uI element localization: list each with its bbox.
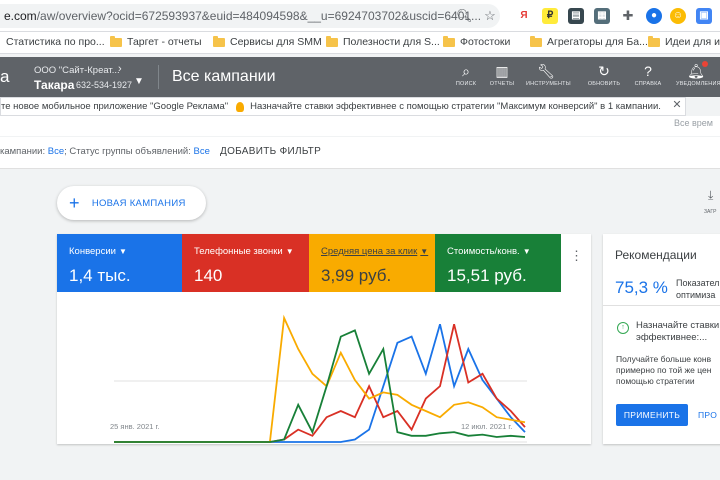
download-label: ЗАГР — [704, 209, 717, 215]
folder-icon — [110, 35, 122, 47]
puzzle-icon[interactable]: ✚ — [620, 8, 636, 24]
active-filters[interactable]: кампании: Все; Статус группы объявлений:… — [0, 146, 210, 157]
notification-badge — [702, 61, 708, 67]
extension-icon[interactable]: ▤ — [568, 8, 584, 24]
performance-chart-card: Конверсии ▼ 1,4 тыс. Телефонные звонки ▼ 1… — [57, 234, 591, 444]
folder-icon — [443, 35, 455, 47]
new-campaign-button[interactable]: + НОВАЯ КАМПАНИЯ — [57, 186, 206, 220]
avatar-icon[interactable]: ☺ — [670, 8, 686, 24]
search-tool-button[interactable]: ⌕ ПОИСК — [446, 63, 486, 87]
date-range-row — [0, 116, 720, 136]
folder-icon — [326, 35, 338, 47]
account-user: Такара — [34, 78, 75, 92]
tools-icon: 🔧︎ — [537, 63, 555, 79]
optimization-score: 75,3 % — [615, 278, 668, 297]
tools-tool-button[interactable]: 🔧︎ ИНСТРУМЕНТЫ — [526, 63, 571, 87]
browser-toolbar: e.com/aw/overview?ocid=672593937&euid=48… — [0, 0, 720, 32]
bookmark-item[interactable]: Фотостоки — [443, 35, 510, 48]
apply-button[interactable]: ПРИМЕНИТЬ — [616, 404, 688, 426]
optimization-score-label: Показател оптимиза — [676, 278, 720, 300]
add-filter-button[interactable]: ДОБАВИТЬ ФИЛЬТР — [220, 146, 321, 157]
divider — [158, 65, 159, 89]
extension-icon[interactable]: ▦ — [594, 8, 610, 24]
reports-icon: ▥ — [495, 63, 509, 79]
trend-up-icon: ↑ — [617, 322, 629, 334]
folder-icon — [530, 35, 542, 47]
x-axis-end-label: 12 июл. 2021 г. — [461, 422, 513, 431]
date-range-label[interactable]: Все врем — [674, 118, 713, 128]
url-host: e.com — [4, 9, 37, 23]
ads-header: а ООО "Сайт-Креат... › Такара 632-534-19… — [0, 57, 720, 97]
zoom-icon[interactable]: 🔍︎ — [456, 8, 473, 24]
x-axis-start-label: 25 янв. 2021 г. — [110, 422, 160, 431]
account-id: 632-534-1927 — [76, 80, 133, 90]
bookmark-item[interactable]: Агрегаторы для Ба... — [530, 35, 648, 48]
line-chart — [114, 314, 527, 443]
refresh-tool-button[interactable]: ↻ ОБНОВИТЬ — [584, 63, 624, 87]
bookmark-item[interactable]: Полезности для S... — [326, 35, 440, 48]
bookmark-item[interactable]: Идеи для игр — [648, 35, 720, 48]
folder-icon — [213, 35, 225, 47]
folder-icon — [648, 35, 660, 47]
notifications-icon: 🔔︎ — [687, 63, 705, 79]
download-icon[interactable]: ⤓ — [708, 188, 713, 203]
bookmarks-bar: Статистика по про... Таргет - отчеты Сер… — [0, 32, 720, 54]
dropdown-arrow-icon: ▼ — [134, 76, 144, 87]
notifications-tool-button[interactable]: 🔔︎ УВЕДОМЛЕНИЯ — [676, 61, 720, 87]
search-icon: ⌕ — [462, 63, 470, 79]
help-tool-button[interactable]: ? СПРАВКА — [628, 63, 668, 87]
refresh-icon: ↻ — [598, 63, 610, 79]
close-icon[interactable]: ✕ — [670, 98, 684, 111]
filter-row: кампании: Все; Статус группы объявлений:… — [0, 137, 720, 169]
recommendations-title: Рекомендации — [615, 248, 697, 262]
account-name: ООО "Сайт-Креат... — [34, 65, 120, 76]
bookmark-star-icon[interactable]: ☆ — [482, 8, 498, 24]
brand-logo: а — [0, 67, 10, 86]
bookmark-item[interactable]: Сервисы для SMM — [213, 35, 322, 48]
url-path: /aw/overview?ocid=672593937&euid=4840945… — [36, 9, 482, 23]
plus-icon: + — [69, 193, 80, 213]
bookmark-item[interactable]: Статистика по про... — [6, 36, 105, 48]
profile-icon[interactable]: ● — [646, 8, 662, 24]
divider — [603, 305, 720, 306]
help-icon: ? — [644, 63, 652, 79]
reports-tool-button[interactable]: ▥ ОТЧЕТЫ — [482, 63, 522, 87]
yandex-extension-icon[interactable]: Я — [516, 8, 532, 24]
notification-app-text[interactable]: те новое мобильное приложение "Google Ре… — [1, 101, 228, 112]
chevron-right-icon: › — [118, 63, 122, 75]
extension-icon[interactable]: ▣ — [696, 8, 712, 24]
extension-icon[interactable]: ₽ — [542, 8, 558, 24]
recommendation-body: Получайте больше конв примерно по той же … — [616, 354, 712, 386]
view-button[interactable]: ПРО — [698, 410, 717, 420]
notification-tip-text[interactable]: Назначайте ставки эффективнее с помощью … — [250, 101, 661, 112]
page-title: Все кампании — [172, 68, 276, 85]
lightbulb-icon — [236, 101, 245, 112]
bookmark-item[interactable]: Таргет - отчеты — [110, 35, 202, 48]
address-bar[interactable]: e.com/aw/overview?ocid=672593937&euid=48… — [0, 4, 500, 28]
recommendation-title: Назначайте ставки эффективнее:... — [636, 320, 720, 343]
recommendations-card: Рекомендации 75,3 % Показател оптимиза ↑ … — [603, 234, 720, 444]
new-campaign-label: НОВАЯ КАМПАНИЯ — [91, 197, 186, 209]
notification-bar: те новое мобильное приложение "Google Ре… — [0, 97, 686, 116]
